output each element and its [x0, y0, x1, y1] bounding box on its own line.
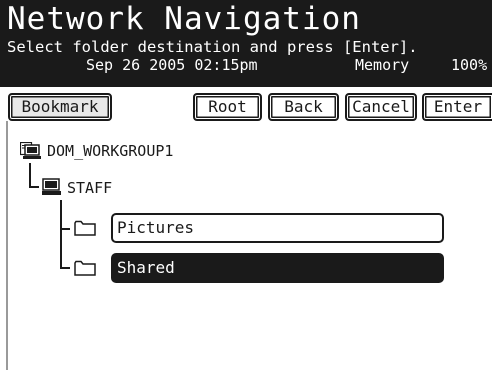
cancel-button[interactable]: Cancel — [345, 93, 417, 121]
network-workgroup-icon — [20, 142, 41, 159]
status-datetime: Sep 26 2005 02:15pm — [86, 56, 258, 74]
folder-row-shared[interactable]: Shared — [111, 253, 444, 283]
status-memory-value: 100% — [451, 56, 488, 74]
frame-border — [6, 121, 8, 370]
tree-connector — [29, 186, 39, 188]
header-bar: Network Navigation Select folder destina… — [0, 0, 492, 87]
tree-connector — [60, 200, 62, 268]
folder-icon — [74, 260, 96, 276]
tree-connector — [29, 163, 31, 187]
folder-icon — [74, 220, 96, 236]
lcd-screen: Network Navigation Select folder destina… — [0, 0, 492, 370]
tree-node-computer[interactable]: STAFF — [67, 179, 112, 197]
tree-node-workgroup[interactable]: DOM_WORKGROUP1 — [47, 142, 173, 160]
instruction-text: Select folder destination and press [Ent… — [7, 38, 418, 56]
enter-button[interactable]: Enter — [422, 93, 492, 121]
tree-connector — [60, 228, 70, 230]
status-memory-label: Memory — [355, 56, 410, 74]
tree-connector — [60, 267, 70, 269]
folder-row-pictures[interactable]: Pictures — [111, 213, 444, 243]
computer-icon — [42, 178, 61, 195]
page-title: Network Navigation — [7, 1, 361, 37]
bookmark-button[interactable]: Bookmark — [8, 93, 112, 121]
root-button[interactable]: Root — [193, 93, 262, 121]
back-button[interactable]: Back — [268, 93, 339, 121]
